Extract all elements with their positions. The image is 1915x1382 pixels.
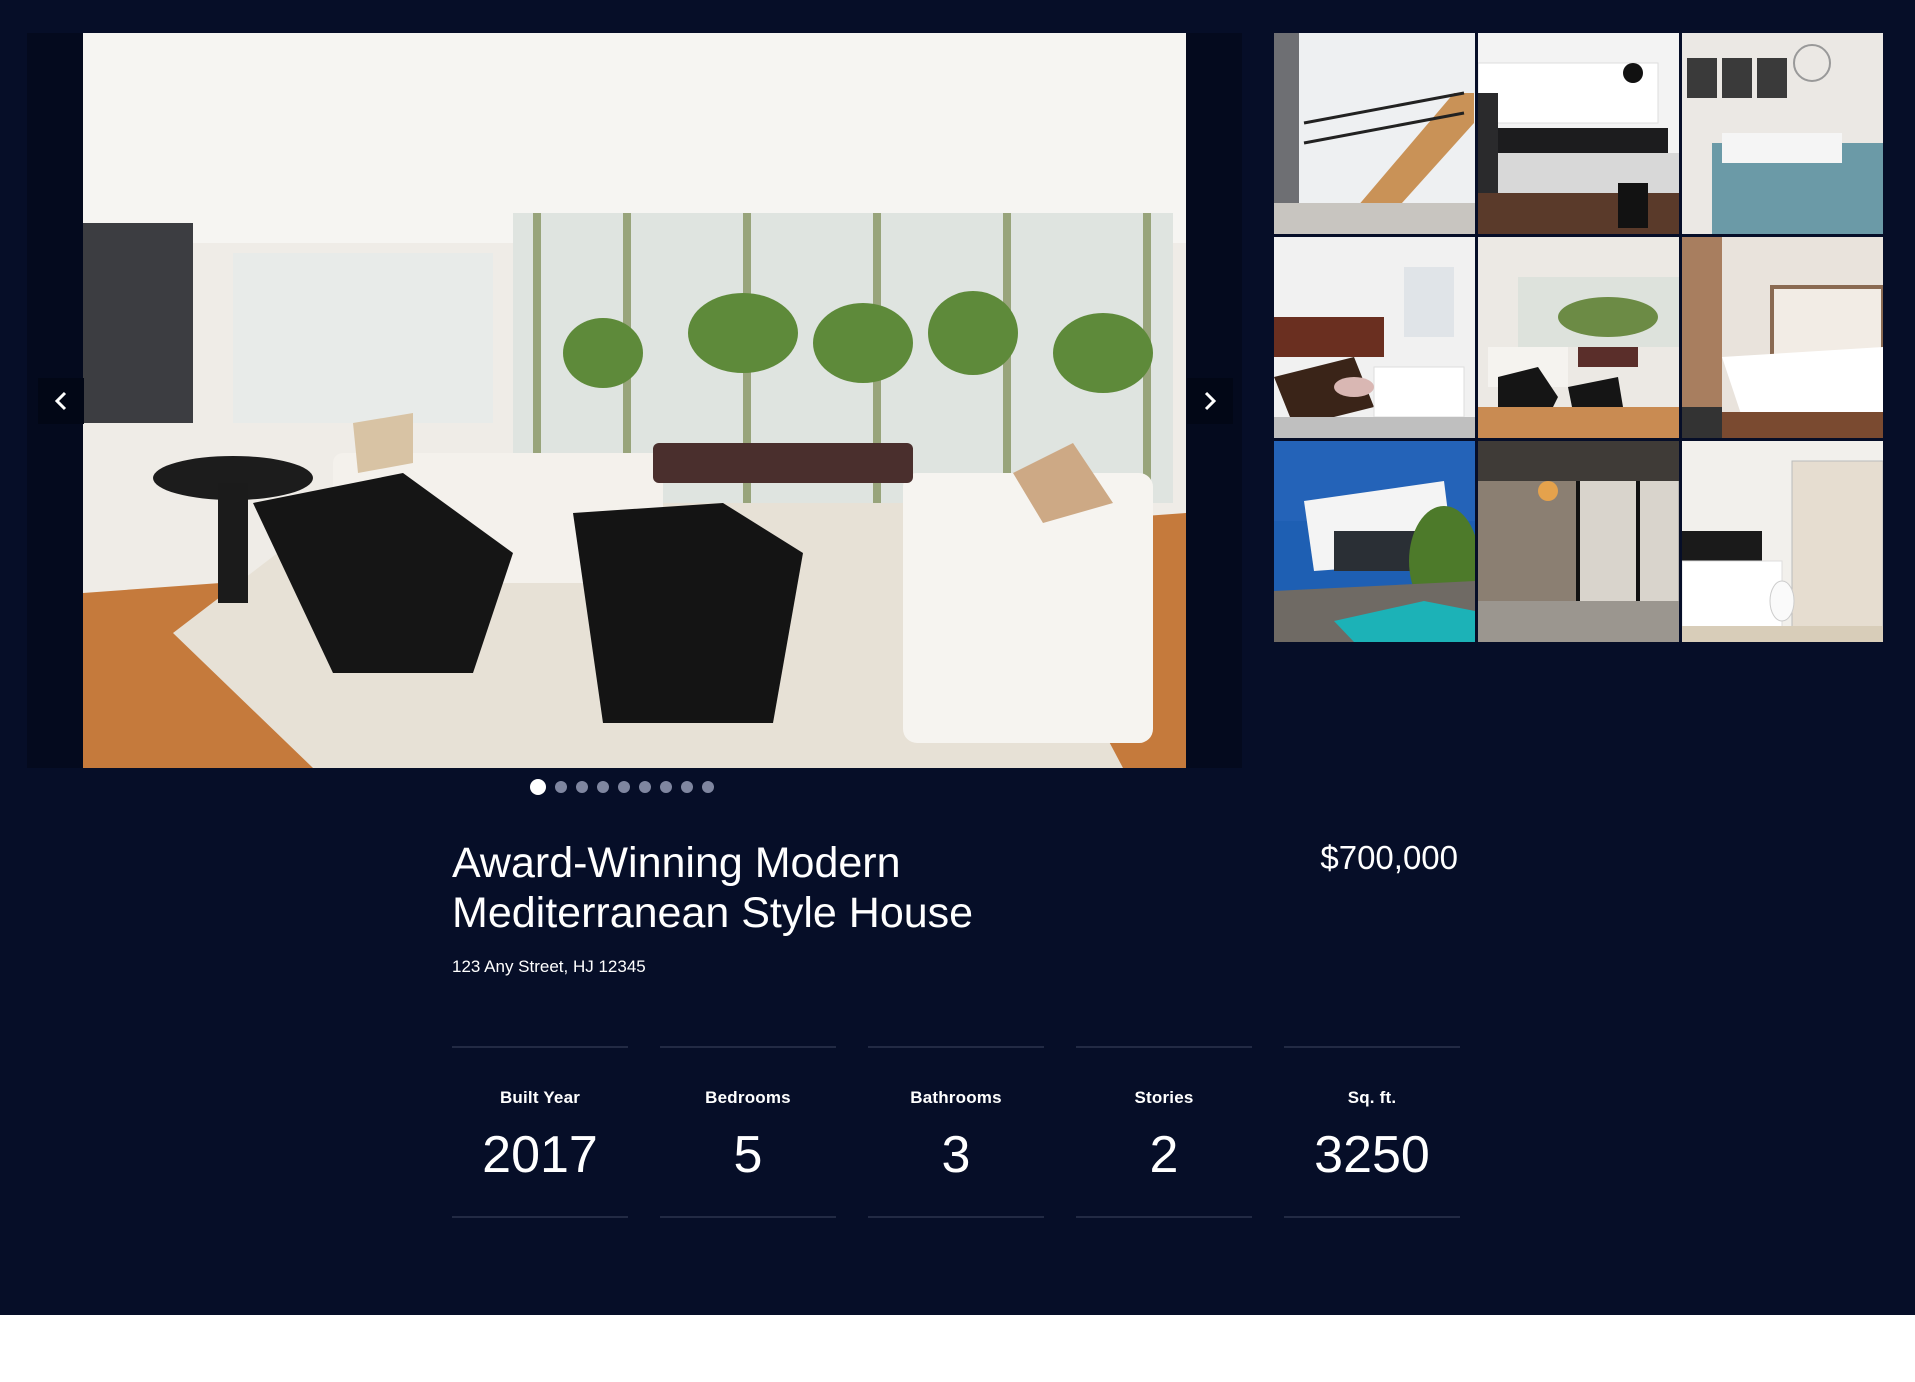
thumbnail-bathroom-shower[interactable] (1682, 441, 1883, 642)
listing-title: Award-Winning Modern Mediterranean Style… (452, 839, 974, 937)
carousel-dot-2[interactable] (555, 781, 567, 793)
carousel-dot-6[interactable] (639, 781, 651, 793)
stat-value: 5 (733, 1126, 763, 1184)
thumbnail-glass-hallway[interactable] (1478, 441, 1679, 642)
stat-value: 3250 (1314, 1126, 1430, 1184)
stat-label: Stories (1134, 1088, 1194, 1107)
thumbnail-exterior-pool[interactable] (1274, 441, 1475, 642)
listing-address: 123 Any Street, HJ 12345 (452, 957, 646, 976)
stat-label: Sq. ft. (1347, 1088, 1397, 1107)
stat-value: 3 (941, 1126, 971, 1184)
thumbnail-bedroom-blue[interactable] (1682, 33, 1883, 234)
next-slide-button[interactable] (1187, 378, 1233, 424)
thumbnail-living-room[interactable] (1478, 237, 1679, 438)
main-photo-living-room (83, 33, 1186, 768)
carousel-dots (530, 779, 714, 795)
stat-bathrooms: Bathrooms 3 (868, 1046, 1044, 1218)
stat-label: Bathrooms (910, 1088, 1002, 1107)
stat-label: Bedrooms (705, 1088, 791, 1107)
chevron-right-icon (1204, 391, 1217, 411)
carousel-dot-3[interactable] (576, 781, 588, 793)
stat-label: Built Year (499, 1088, 581, 1107)
carousel-dot-8[interactable] (681, 781, 693, 793)
stat-value: 2017 (482, 1126, 598, 1184)
stat-stories: Stories 2 (1076, 1046, 1252, 1218)
listing-hero: Award-Winning Modern Mediterranean Style… (0, 0, 1915, 1315)
thumbnail-bedroom-white[interactable] (1682, 237, 1883, 438)
listing-price: $700,000 (1320, 839, 1458, 876)
property-stats: Built Year 2017 Bedrooms 5 Bathrooms 3 S… (452, 1046, 1460, 1218)
chevron-left-icon (54, 391, 67, 411)
stat-value: 2 (1149, 1126, 1179, 1184)
stat-square-feet: Sq. ft. 3250 (1284, 1046, 1460, 1218)
photo-carousel (27, 33, 1242, 768)
thumbnail-staircase[interactable] (1274, 33, 1475, 234)
carousel-dot-4[interactable] (597, 781, 609, 793)
carousel-dot-9[interactable] (702, 781, 714, 793)
stat-bedrooms: Bedrooms 5 (660, 1046, 836, 1218)
stat-built-year: Built Year 2017 (452, 1046, 628, 1218)
thumbnail-bathroom-tub[interactable] (1274, 237, 1475, 438)
carousel-dot-1[interactable] (530, 779, 546, 795)
thumbnail-grid (1274, 33, 1883, 642)
carousel-dot-5[interactable] (618, 781, 630, 793)
carousel-dot-7[interactable] (660, 781, 672, 793)
thumbnail-kitchen[interactable] (1478, 33, 1679, 234)
previous-slide-button[interactable] (38, 378, 84, 424)
